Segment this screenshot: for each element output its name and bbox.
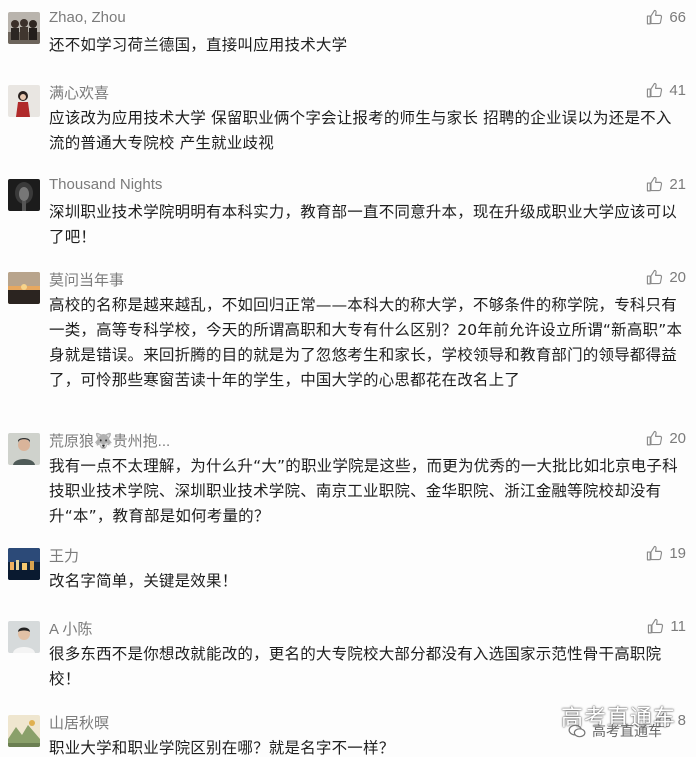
comment-text: 我有一点不太理解，为什么升“大”的职业学院是这些，而更为优秀的一大批比如北京电子…: [49, 457, 678, 525]
avatar[interactable]: [8, 12, 40, 44]
night-city-avatar-icon: [8, 548, 40, 580]
thumbs-up-icon: [648, 618, 664, 634]
thumbs-up-icon: [647, 176, 663, 192]
thumbs-up-icon: [647, 82, 663, 98]
nickname[interactable]: Zhao, Zhou: [49, 9, 126, 26]
dark-photo-avatar-icon: [8, 179, 40, 211]
like-button[interactable]: 66: [646, 9, 686, 26]
like-button[interactable]: 19: [646, 545, 686, 562]
thumbs-up-icon: [647, 545, 663, 561]
man-photo-avatar-icon: [8, 433, 40, 465]
comments-page: Zhao, Zhou 66 还不如学习荷兰德国，直接叫应用技术大学 满心欢喜 4…: [0, 0, 696, 757]
group-photo-avatar-icon: [8, 12, 40, 44]
like-count: 66: [669, 9, 686, 26]
nickname[interactable]: 山居秋暝: [49, 712, 109, 733]
nickname[interactable]: 满心欢喜: [49, 82, 109, 103]
thumbs-up-icon: [647, 269, 663, 285]
like-count: 41: [669, 82, 686, 99]
avatar[interactable]: [8, 548, 40, 580]
nickname[interactable]: A 小陈: [49, 618, 92, 639]
like-button[interactable]: 20: [646, 269, 686, 286]
nickname[interactable]: 王力: [49, 545, 79, 566]
boy-photo-avatar-icon: [8, 621, 40, 653]
like-count: 20: [669, 430, 686, 447]
like-count: 21: [669, 176, 686, 193]
nickname[interactable]: 荒原狼🐺贵州抱...: [49, 430, 170, 451]
comment-text: 应该改为应用技术大学 保留职业俩个字会让报考的师生与家长 招聘的企业误以为还是不…: [49, 109, 672, 152]
comment-text: 改名字简单，关键是效果！: [49, 572, 238, 590]
avatar[interactable]: [8, 272, 40, 304]
avatar[interactable]: [8, 433, 40, 465]
thumbs-up-icon: [647, 430, 663, 446]
avatar[interactable]: [8, 715, 40, 747]
avatar[interactable]: [8, 85, 40, 117]
comment-text: 深圳职业技术学院明明有本科实力，教育部一直不同意升本，现在升级成职业大学应该可以…: [49, 203, 678, 246]
nickname[interactable]: Thousand Nights: [49, 176, 162, 193]
thumbs-up-icon: [647, 9, 663, 25]
landscape-painting-avatar-icon: [8, 715, 40, 747]
like-count: 11: [670, 618, 686, 635]
like-count: 20: [669, 269, 686, 286]
like-count: 19: [669, 545, 686, 562]
watermark-subtitle: 高考直通车: [568, 721, 662, 741]
like-count: 8: [677, 712, 686, 729]
comment-text: 高校的名称是越来越乱，不如回归正常——本科大的称大学，不够条件的称学院，专科只有…: [49, 296, 683, 389]
comment-text: 还不如学习荷兰德国，直接叫应用技术大学: [49, 36, 348, 54]
sunset-photo-avatar-icon: [8, 272, 40, 304]
girl-photo-avatar-icon: [8, 85, 40, 117]
like-button[interactable]: 21: [646, 176, 686, 193]
avatar[interactable]: [8, 621, 40, 653]
comment-text: 很多东西不是你想改就能改的，更名的大专院校大部分都没有入选国家示范性骨干高职院校…: [49, 645, 662, 688]
watermark-subtitle-text: 高考直通车: [592, 724, 662, 740]
like-button[interactable]: 20: [646, 430, 686, 447]
avatar[interactable]: [8, 179, 40, 211]
like-button[interactable]: 11: [647, 618, 686, 635]
wechat-icon: [568, 724, 586, 738]
like-button[interactable]: 41: [646, 82, 686, 99]
nickname[interactable]: 莫问当年事: [49, 269, 124, 290]
